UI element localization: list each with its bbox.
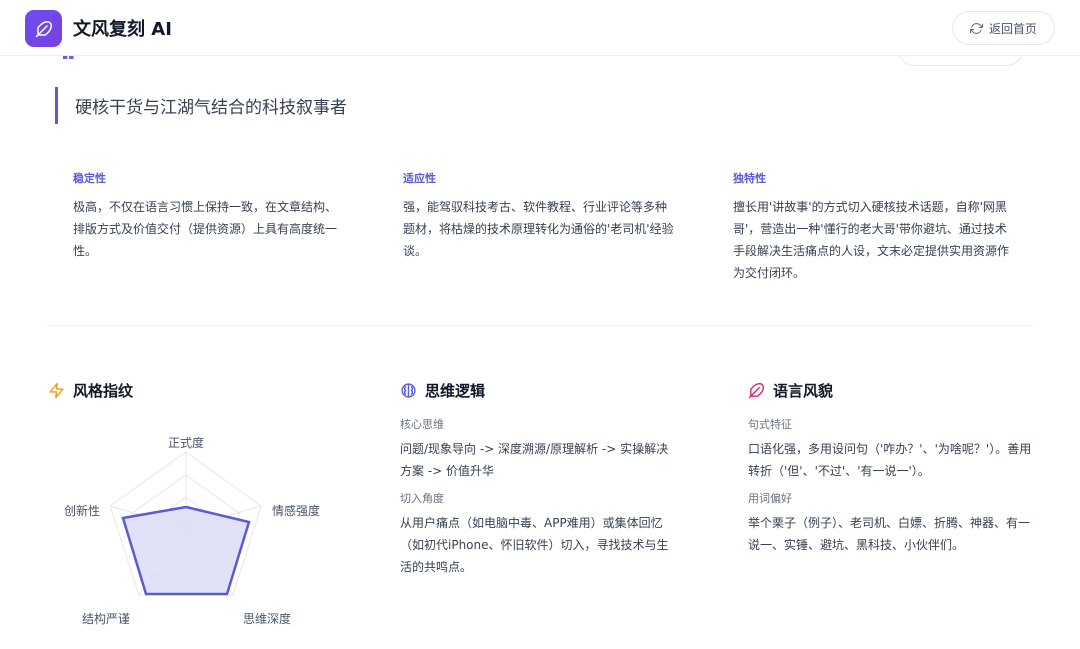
persona-tagline-block: 硬核干货与江湖气结合的科技叙事者 xyxy=(55,87,347,124)
refresh-icon xyxy=(969,22,983,34)
radar-label-formality: 正式度 xyxy=(168,435,204,450)
top-header: 文风复刻 AI 返回首页 xyxy=(0,0,1080,56)
app-logo[interactable] xyxy=(25,10,62,47)
trait-label: 适应性 xyxy=(403,172,436,185)
style-radar-chart: 正式度 情感强度 思维深度 结构严谨 创新性 xyxy=(64,435,320,626)
word-preference-text: 举个栗子（例子）、老司机、白嫖、折腾、神器、有一说一、实锤、避坑、黑科技、小伙伴… xyxy=(748,516,1031,552)
trait-stability: 稳定性 极高，不仅在语言习惯上保持一致，在文章结构、排版方式及价值交付（提供资源… xyxy=(73,170,348,262)
back-home-button[interactable]: 返回首页 xyxy=(952,11,1055,45)
sentence-feature-text: 口语化强，多用设问句（'咋办？'、'为啥呢？'）。善用转折（'但'、'不过'、'… xyxy=(748,442,1032,478)
entry-angle-text: 从用户痛点（如电脑中毒、APP难用）或集体回忆（如初代iPhone、怀旧软件）切… xyxy=(400,516,669,574)
lightning-icon xyxy=(49,382,64,399)
radar-label-innovation: 创新性 xyxy=(64,503,100,518)
trait-text: 强，能驾驭科技考古、软件教程、行业评论等多种题材，将枯燥的技术原理转化为通俗的'… xyxy=(403,200,674,258)
trait-text: 擅长用'讲故事'的方式切入硬核技术话题，自称'网黑哥'，营造出一种'懂行的老大哥… xyxy=(733,200,1010,280)
radar-label-emotion: 情感强度 xyxy=(272,503,320,518)
core-thinking-text: 问题/现象导向 -> 深度溯源/原理解析 -> 实操解决方案 -> 价值升华 xyxy=(400,442,669,478)
entry-angle-label: 切入角度 xyxy=(400,492,444,505)
feather-pen-icon xyxy=(748,382,765,399)
section-title-text: 风格指纹 xyxy=(73,382,134,400)
trait-label: 独特性 xyxy=(733,172,766,185)
section-divider xyxy=(45,325,1035,326)
language-style-content: 句式特征 口语化强，多用设问句（'咋办？'、'为啥呢？'）。善用转折（'但'、'… xyxy=(748,416,1038,564)
brain-icon xyxy=(401,383,416,398)
trait-label: 稳定性 xyxy=(73,172,106,185)
language-style-title: 语言风貌 xyxy=(748,380,833,401)
core-thinking-label: 核心思维 xyxy=(400,418,444,431)
trait-text: 极高，不仅在语言习惯上保持一致，在文章结构、排版方式及价值交付（提供资源）上具有… xyxy=(73,200,338,258)
style-fingerprint-title: 风格指纹 xyxy=(48,380,133,401)
thinking-logic-content: 核心思维 问题/现象导向 -> 深度溯源/原理解析 -> 实操解决方案 -> 价… xyxy=(400,416,680,586)
section-title-text: 语言风貌 xyxy=(773,382,834,400)
radar-label-rigor: 结构严谨 xyxy=(82,611,130,626)
back-home-label: 返回首页 xyxy=(988,21,1037,36)
radar-label-depth: 思维深度 xyxy=(243,611,291,626)
thinking-logic-title: 思维逻辑 xyxy=(400,380,485,401)
sentence-feature-label: 句式特征 xyxy=(748,418,792,431)
app-title: 文风复刻 AI xyxy=(73,19,172,40)
section-title-text: 思维逻辑 xyxy=(425,382,486,400)
trait-uniqueness: 独特性 擅长用'讲故事'的方式切入硬核技术话题，自称'网黑哥'，营造出一种'懂行… xyxy=(733,170,1011,284)
feather-icon xyxy=(35,20,52,37)
persona-tagline: 硬核干货与江湖气结合的科技叙事者 xyxy=(75,98,347,118)
word-preference-label: 用词偏好 xyxy=(748,492,792,505)
radar-area xyxy=(121,505,251,596)
trait-adaptability: 适应性 强，能驾驭科技考古、软件教程、行业评论等多种题材，将枯燥的技术原理转化为… xyxy=(403,170,678,262)
